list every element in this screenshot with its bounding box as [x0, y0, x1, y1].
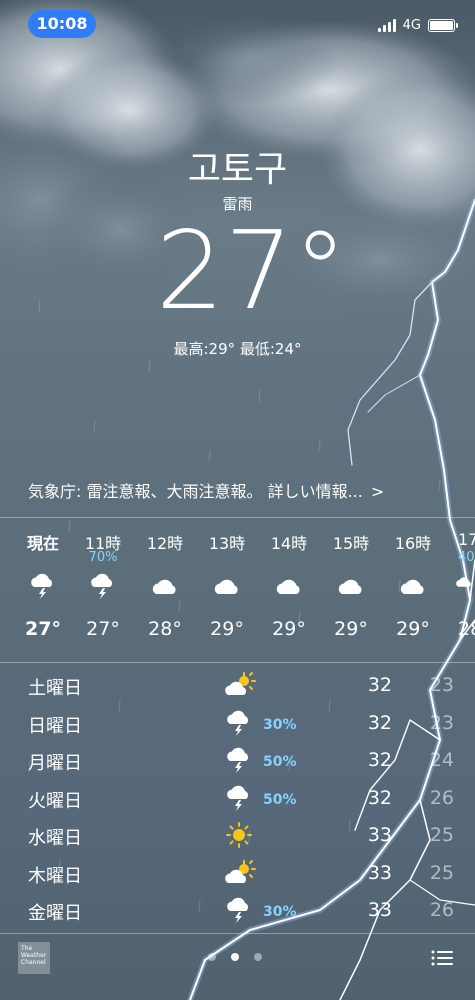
hour-label: 14時: [270, 534, 308, 553]
hi-lo-temperature: 最高:29° 最低:24°: [173, 340, 302, 358]
hourly-item: 13時 29°: [196, 522, 258, 640]
hour-label: 16時: [394, 534, 432, 553]
hour-label: 17: [458, 530, 475, 549]
battery-icon: [428, 18, 458, 32]
thunder-icon: [444, 566, 475, 606]
day-name: 火曜日: [28, 790, 82, 812]
day-name: 金曜日: [28, 903, 82, 924]
day-low: 26: [429, 899, 454, 921]
cloud-icon: [134, 566, 196, 606]
hourly-item: 14時 29°: [258, 522, 320, 640]
day-name: 水曜日: [28, 828, 82, 849]
hourly-item: 16時 29°: [382, 522, 444, 640]
day-low: 23: [429, 711, 454, 734]
day-name: 土曜日: [28, 678, 82, 699]
day-high: 33: [367, 899, 392, 921]
day-precip: 50%: [263, 791, 297, 808]
hour-temp: 29°: [396, 618, 430, 640]
sun-icon: [222, 820, 256, 850]
day-high: 32: [367, 749, 392, 771]
daily-row: 金曜日 30% 33 26: [0, 893, 475, 931]
cloud-icon: [258, 566, 320, 606]
status-indicators: 4G: [377, 16, 458, 34]
day-high: 32: [367, 674, 392, 696]
day-low: 24: [429, 749, 454, 771]
daily-row: 木曜日 33 25: [0, 856, 475, 894]
cloud-icon: [320, 566, 382, 606]
hourly-item: 17 40 28: [444, 522, 475, 640]
day-precip: 30%: [263, 716, 297, 733]
hour-label: 12時: [146, 534, 184, 553]
hourly-forecast[interactable]: 現在 27° 11時 70% 27° 12時 28° 13時 29° 14時 2…: [0, 522, 475, 657]
hourly-item: 現在 27°: [12, 522, 74, 640]
page-dot[interactable]: [208, 953, 216, 961]
page-dot-active[interactable]: [231, 953, 239, 961]
day-low: 25: [429, 861, 454, 884]
weather-channel-logo[interactable]: The Weather Channel: [18, 942, 50, 974]
day-name: 日曜日: [28, 715, 82, 737]
day-name: 月曜日: [28, 753, 82, 774]
day-low: 25: [429, 824, 454, 846]
hour-temp: 27°: [25, 618, 61, 640]
divider-middle: [0, 662, 475, 663]
daily-row: 土曜日 32 23: [0, 668, 475, 706]
thunder-icon: [222, 708, 256, 738]
day-low: 26: [429, 786, 454, 809]
daily-forecast: 土曜日 32 23 日曜日 30% 32 23 月曜日 50% 32 24 火曜…: [0, 668, 475, 931]
page-indicator[interactable]: [208, 953, 262, 961]
hour-label: 13時: [208, 534, 246, 553]
page-dot[interactable]: [254, 953, 262, 961]
partly-sunny-icon: [222, 670, 256, 700]
day-high: 33: [367, 824, 392, 846]
signal-icon: [377, 18, 396, 32]
hour-temp: 29°: [272, 618, 306, 640]
daily-row: 火曜日 50% 32 26: [0, 781, 475, 819]
hour-temp: 29°: [334, 618, 368, 640]
thunder-icon: [72, 566, 134, 606]
status-time[interactable]: 10:08: [28, 10, 96, 38]
weather-alert-link[interactable]: 気象庁: 雷注意報、大雨注意報。 詳しい情報... >: [28, 478, 384, 502]
partly-sunny-icon: [222, 858, 256, 888]
hour-temp: 28°: [148, 618, 182, 640]
divider-top: [0, 517, 475, 518]
thunder-icon: [222, 783, 256, 813]
cloud-icon: [382, 566, 444, 606]
thunder-icon: [222, 895, 256, 925]
day-high: 32: [367, 786, 392, 809]
hour-label: 11時: [84, 534, 122, 553]
thunder-icon: [12, 566, 74, 606]
city-name: 고토구: [187, 149, 288, 190]
day-precip: 30%: [263, 904, 297, 920]
day-high: 32: [367, 711, 392, 734]
hour-temp: 27°: [86, 618, 120, 640]
current-temperature: 27°: [155, 209, 348, 334]
hour-temp: 28: [458, 618, 475, 640]
daily-row: 日曜日 30% 32 23: [0, 706, 475, 744]
hourly-item: 11時 70% 27°: [72, 522, 134, 640]
hourly-item: 15時 29°: [320, 522, 382, 640]
thunder-icon: [222, 745, 256, 775]
cloud-icon: [196, 566, 258, 606]
hour-label: 現在: [26, 534, 59, 553]
day-high: 33: [367, 861, 392, 884]
daily-row: 水曜日 33 25: [0, 818, 475, 856]
daily-row: 月曜日 50% 32 24: [0, 743, 475, 781]
hour-temp: 29°: [210, 618, 244, 640]
hourly-item: 12時 28°: [134, 522, 196, 640]
hour-label: 15時: [332, 534, 370, 553]
list-icon[interactable]: [431, 950, 453, 966]
day-low: 23: [429, 674, 454, 696]
chevron-right-icon: >: [370, 482, 385, 501]
network-type: 4G: [402, 17, 421, 33]
hour-precip: 40: [458, 550, 475, 565]
day-precip: 50%: [263, 754, 297, 770]
weather-alert-text: 気象庁: 雷注意報、大雨注意報。 詳しい情報...: [28, 482, 363, 501]
hour-precip: 70%: [88, 550, 118, 565]
day-name: 木曜日: [28, 865, 82, 887]
divider-bottom: [0, 933, 475, 934]
